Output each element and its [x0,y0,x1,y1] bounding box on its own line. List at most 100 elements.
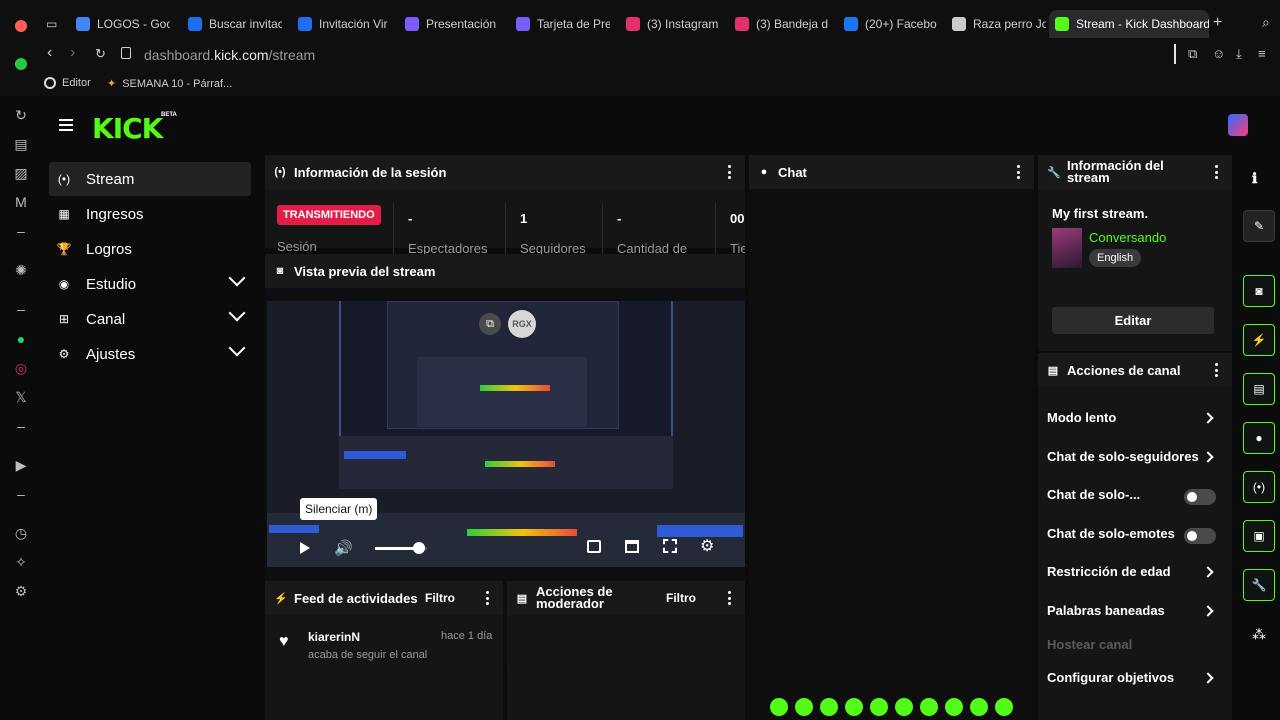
x-icon[interactable]: 𝕏 [12,388,30,406]
clipboard-toggle-icon[interactable]: ▤ [1243,373,1275,405]
menu-icon[interactable]: ≡ [1258,46,1266,61]
share-icon[interactable]: ⁂ [1252,626,1266,643]
mail-icon[interactable]: M [12,193,30,211]
instagram-icon[interactable]: ◎ [12,359,30,377]
nav-item-logros[interactable]: 🏆 Logros [49,232,251,266]
nav-item-canal[interactable]: ⊞ Canal [49,302,251,336]
activity-user[interactable]: kiarerinN [308,630,360,644]
theater-mode-icon[interactable] [625,540,639,553]
browser-tab[interactable]: Raza perro Jo [946,10,1046,38]
more-options-icon[interactable] [1214,363,1218,377]
video-player[interactable]: ⧉ RGX 🔊 ⚙ [267,301,745,567]
emote-icon[interactable] [895,698,913,716]
edit-button[interactable]: Editar [1052,307,1214,334]
channel-action-row[interactable]: Chat de solo-seguidores [1038,449,1232,469]
url-field[interactable]: dashboard.kick.com/stream [144,47,315,63]
browser-tab[interactable]: Stream - Kick Dashboard [1049,10,1209,38]
play-circle-icon[interactable]: ▶ [12,456,30,474]
clock-icon[interactable]: ◷ [12,524,30,542]
channel-action-row[interactable]: Restricción de edad [1038,564,1232,584]
channel-action-row[interactable]: Configurar objetivos [1038,670,1232,690]
maximize-window-icon[interactable] [15,58,27,70]
forward-icon[interactable]: › [70,44,75,62]
download-icon[interactable]: ⤓ [1236,46,1242,62]
category-link[interactable]: Conversando [1089,230,1166,245]
nav-label: Stream [86,170,135,188]
toggle-switch[interactable] [1184,528,1216,544]
filter-button[interactable]: Filtro [425,591,455,605]
reload-icon[interactable]: ↻ [95,46,106,62]
editor-icon [44,77,56,89]
emote-icon[interactable] [770,698,788,716]
camera-toggle-icon[interactable]: ◙ [1243,275,1275,307]
browser-tab[interactable]: Buscar invitac [182,10,282,38]
emote-icon[interactable] [970,698,988,716]
channel-action-row[interactable]: Palabras baneadas [1038,603,1232,623]
channel-action-row[interactable]: Modo lento [1038,410,1232,430]
volume-icon[interactable]: 🔊 [334,539,353,557]
back-icon[interactable]: ‹ [47,44,52,62]
grid-icon[interactable]: ▨ [12,164,30,182]
broadcast-toggle-icon[interactable]: (•) [1243,471,1275,503]
fullscreen-icon[interactable] [663,539,677,553]
browser-tab[interactable]: (20+) Facebo [838,10,938,38]
new-tab-button[interactable]: + [1213,14,1222,32]
profile-icon[interactable]: ☺ [1212,46,1225,61]
search-tabs-icon[interactable]: ⌕ [1262,14,1270,31]
emote-icon[interactable] [870,698,888,716]
more-options-icon[interactable] [727,165,731,179]
nav-item-stream[interactable]: (•) Stream [49,162,251,196]
tab-overview-icon[interactable]: ▭ [40,10,68,38]
browser-tab[interactable]: Tarjeta de Pre [510,10,610,38]
category-thumbnail[interactable] [1052,228,1082,268]
more-options-icon[interactable] [727,591,731,605]
emote-icon[interactable] [995,698,1013,716]
emote-icon[interactable] [845,698,863,716]
nav-item-ingresos[interactable]: ▦ Ingresos [49,197,251,231]
info-icon[interactable]: ℹ [1252,170,1257,187]
nav-item-estudio[interactable]: ◉ Estudio [49,267,251,301]
hamburger-menu-icon[interactable] [59,119,73,131]
filter-button[interactable]: Filtro [666,591,696,605]
toggle-switch[interactable] [1184,489,1216,505]
bookmark-editor[interactable]: Editor [44,77,91,89]
settings-icon[interactable]: ⚙ [12,582,30,600]
avatar[interactable] [1228,114,1248,136]
extensions-icon[interactable]: ⧉ [1188,46,1197,62]
openai-icon[interactable]: ✺ [12,261,30,279]
lock-icon[interactable] [121,47,131,59]
channel-action-label: Hostear canal [1047,637,1133,652]
browser-tab[interactable]: (3) Bandeja d [729,10,829,38]
channel-action-row[interactable]: Chat de solo-emotes [1038,526,1232,546]
copy-icon[interactable]: ⧉ [479,313,501,335]
kick-logo[interactable]: KICK [92,112,163,145]
browser-tab[interactable]: (3) Instagram [620,10,720,38]
emote-icon[interactable] [920,698,938,716]
channel-icon: ⊞ [58,312,70,326]
play-icon[interactable] [300,542,310,554]
close-window-icon[interactable] [15,20,27,32]
wrench-toggle-icon[interactable]: 🔧 [1243,569,1275,601]
whatsapp-icon[interactable]: ● [12,330,30,348]
lightning-toggle-icon[interactable]: ⚡ [1243,324,1275,356]
bookmark-semana[interactable]: ✦ SEMANA 10 - Párraf... [107,77,232,91]
cart-icon[interactable]: ▤ [12,135,30,153]
browser-tab[interactable]: Invitación Vir [292,10,392,38]
channel-action-row[interactable]: Chat de solo-... [1038,487,1232,507]
emote-icon[interactable] [945,698,963,716]
chat-toggle-icon[interactable]: ● [1243,422,1275,454]
emote-icon[interactable] [795,698,813,716]
edit-stream-icon[interactable]: ✎ [1243,210,1275,242]
nav-item-ajustes[interactable]: ⚙ Ajustes [49,337,251,371]
more-options-icon[interactable] [485,591,489,605]
puzzle-icon[interactable]: ✧ [12,553,30,571]
emote-icon[interactable] [820,698,838,716]
more-options-icon[interactable] [1214,165,1218,179]
moderator-toggle-icon[interactable]: ▣ [1243,520,1275,552]
more-options-icon[interactable] [1016,165,1020,179]
history-icon[interactable]: ↻ [12,106,30,124]
browser-tab[interactable]: LOGOS - Goo [70,10,170,38]
settings-icon[interactable]: ⚙ [700,536,714,556]
pip-icon[interactable] [587,540,601,553]
browser-tab[interactable]: Presentación [399,10,499,38]
